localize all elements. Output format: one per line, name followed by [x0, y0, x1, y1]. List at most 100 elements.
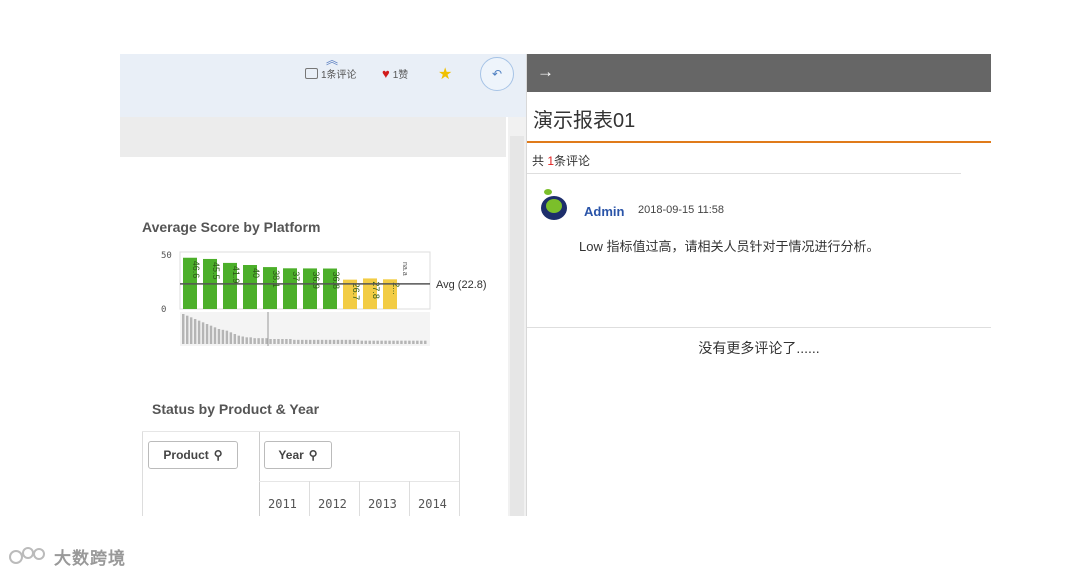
- share-button[interactable]: ↶: [480, 57, 514, 91]
- comment-time: 2018-09-15 11:58: [638, 204, 725, 216]
- mini-bar: [420, 340, 423, 344]
- mini-bar: [368, 340, 371, 344]
- mini-bar: [273, 339, 276, 344]
- mini-bar: [356, 339, 360, 344]
- arrow-right-icon[interactable]: →: [537, 62, 554, 82]
- mini-bar: [404, 340, 407, 344]
- bar-value-label: 38.1: [271, 270, 281, 288]
- y-tick-label: 50: [161, 251, 172, 261]
- like-count-label: 1赞: [392, 70, 409, 81]
- mini-bar: [297, 339, 300, 344]
- mini-bar: [352, 339, 356, 344]
- average-score-chart[interactable]: 50046.6 45.5 41.9 40 38.1 37 36.9 36.826.7 27.8 2…: [135, 244, 505, 354]
- mini-bar: [197, 320, 201, 344]
- y-tick-label: 0: [161, 305, 166, 315]
- count-prefix: 共: [532, 154, 548, 168]
- mini-bar: [269, 339, 272, 344]
- mini-bar: [182, 314, 185, 344]
- mini-bar: [308, 339, 312, 344]
- year-header-cell[interactable]: 2014: [418, 497, 447, 511]
- average-reference-label: Avg (22.8): [436, 279, 487, 291]
- extra-category-label: na.a: [401, 262, 408, 276]
- pivot-border: [459, 431, 460, 516]
- mini-bar: [336, 339, 340, 344]
- pivot-border: [142, 431, 143, 516]
- comment-count-button[interactable]: 1条评论: [305, 66, 357, 81]
- comment-total: 共 1条评论: [532, 152, 590, 169]
- mini-bar: [209, 325, 213, 344]
- product-filter-label: Product: [163, 448, 209, 462]
- mini-bar: [372, 340, 375, 344]
- like-button[interactable]: ♥ 1赞: [382, 65, 409, 82]
- mini-bar: [265, 338, 268, 344]
- count-suffix: 条评论: [554, 154, 591, 168]
- mini-bar: [233, 334, 237, 344]
- dashboard-pane: ︽ 1条评论 ♥ 1赞 ★ ↶ ^ Average Score by Platf…: [120, 54, 527, 516]
- bar-value-label: 45.5: [211, 262, 221, 280]
- mini-bar: [225, 330, 229, 344]
- mini-bar: [201, 322, 205, 344]
- pivot-table: Product ⚲ Year ⚲ 2011 2012 2013 2014: [142, 431, 460, 516]
- mini-bar: [324, 339, 328, 344]
- heart-icon: ♥: [382, 65, 390, 81]
- mini-bar: [289, 339, 292, 344]
- mini-bar: [392, 340, 395, 344]
- search-icon: ⚲: [213, 448, 223, 462]
- mini-bar: [340, 339, 344, 344]
- year-header-cell[interactable]: 2013: [368, 497, 397, 511]
- mini-bar: [245, 337, 248, 344]
- mini-bar: [241, 336, 244, 344]
- scrollbar-thumb[interactable]: [510, 136, 524, 516]
- mini-bar: [229, 332, 233, 344]
- mini-bar: [257, 338, 260, 344]
- title-divider: [527, 141, 991, 143]
- mini-bar: [348, 339, 352, 344]
- year-filter-button[interactable]: Year ⚲: [264, 441, 332, 469]
- mini-bar: [412, 340, 415, 344]
- star-icon[interactable]: ★: [438, 64, 452, 84]
- bar-value-label: 37: [291, 271, 301, 281]
- product-filter-button[interactable]: Product ⚲: [148, 441, 238, 469]
- mini-bar: [332, 339, 336, 344]
- mini-bar: [237, 335, 241, 344]
- mini-bar: [221, 329, 225, 344]
- mini-bar: [384, 340, 387, 344]
- pivot-cell-border: [309, 481, 310, 516]
- year-header-cell[interactable]: 2012: [318, 497, 347, 511]
- pivot-cell-border: [409, 481, 410, 516]
- pivot-divider: [259, 431, 260, 516]
- list-divider: [527, 327, 991, 328]
- comment-count-label: 1条评论: [321, 70, 357, 81]
- year-header-cell[interactable]: 2011: [268, 497, 297, 511]
- comment-author[interactable]: Admin: [584, 204, 624, 219]
- comment-icon: [305, 68, 318, 79]
- comment-panel: → 演示报表01 共 1条评论 Admin 2018-09-15 11:58 L…: [527, 54, 991, 516]
- avatar: [541, 189, 567, 220]
- mini-bar: [281, 339, 284, 344]
- mini-bar: [408, 340, 411, 344]
- no-more-comments: 没有更多评论了......: [698, 340, 820, 356]
- watermark: 大数跨境: [8, 544, 126, 568]
- mini-bar: [205, 324, 209, 344]
- mini-bar: [193, 319, 197, 344]
- pivot-border: [142, 431, 460, 432]
- bar-value-label: 46.6: [191, 261, 201, 279]
- watermark-logo-icon: [9, 547, 45, 564]
- mini-bar: [293, 339, 296, 344]
- mini-bar: [301, 339, 304, 344]
- bar-value-label: 36.9: [311, 271, 321, 289]
- chart-title: Average Score by Platform: [142, 219, 321, 235]
- mini-bar: [328, 339, 332, 344]
- count-divider: [527, 173, 961, 174]
- mini-bar: [261, 338, 264, 344]
- mini-bar: [380, 340, 383, 344]
- mini-bar: [249, 337, 252, 344]
- mini-bar: [364, 340, 367, 344]
- pivot-cell-border: [359, 481, 360, 516]
- mini-bar: [416, 340, 419, 344]
- mini-bar: [312, 339, 316, 344]
- pivot-title: Status by Product & Year: [152, 401, 320, 417]
- share-icon: ↶: [491, 67, 503, 81]
- mini-bar: [396, 340, 399, 344]
- bar-value-label: 36.8: [331, 272, 341, 290]
